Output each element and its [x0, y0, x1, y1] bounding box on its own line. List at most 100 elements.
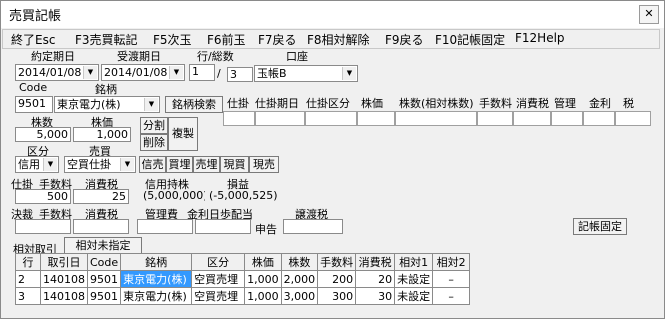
- contract-date-select[interactable]: 2014/01/08 ▼: [15, 64, 99, 81]
- menu-help[interactable]: F12Help: [515, 31, 565, 45]
- trade-button-buy-close[interactable]: 買埋: [166, 156, 193, 173]
- col-code: Code: [86, 253, 122, 271]
- trade-select[interactable]: 空買仕掛 ▼: [64, 156, 136, 173]
- mgmt-fee-field[interactable]: [137, 219, 193, 234]
- grid-cell[interactable]: [357, 111, 395, 126]
- open-tax-field: 25: [73, 189, 129, 204]
- table-header-row: 行 取引日 Code 銘柄 区分 株価 株数 手数料 消費税 相対1 相対2: [15, 253, 471, 271]
- cell-name[interactable]: 東京電力(株): [120, 287, 193, 305]
- delivery-date-select[interactable]: 2014/01/08 ▼: [101, 64, 185, 81]
- chevron-down-icon: ▼: [43, 158, 57, 171]
- cell-shares: 3,000: [280, 287, 319, 305]
- trade-ledger-window: 売買記帳 ✕ 終了Esc F3売買転記 F5次玉 F6前玉 F7戻る F8相対解…: [0, 0, 665, 319]
- search-button[interactable]: 銘柄検索: [165, 96, 223, 113]
- chevron-down-icon: ▼: [342, 67, 356, 80]
- cell-date: 140108: [40, 270, 88, 288]
- row-total-label: 行/総数: [197, 50, 234, 63]
- menu-exit[interactable]: 終了Esc: [11, 31, 55, 48]
- grid-header-interest: 金利: [589, 97, 611, 110]
- grid-cell[interactable]: [477, 111, 513, 126]
- contract-date-label: 約定期日: [31, 50, 75, 63]
- category-select[interactable]: 信用 ▼: [15, 156, 59, 173]
- cell-category: 空買売埋: [191, 287, 246, 305]
- cell-relative2[interactable]: –: [432, 287, 471, 305]
- grid-header-open: 仕掛: [227, 97, 249, 110]
- cell-row: 2: [15, 270, 41, 288]
- name-select[interactable]: 東京電力(株) ▼: [54, 96, 160, 113]
- cell-fee: 200: [317, 270, 357, 288]
- chevron-down-icon: ▼: [144, 98, 158, 111]
- row-total-field[interactable]: 3: [227, 67, 253, 82]
- code-field[interactable]: 9501: [15, 96, 53, 113]
- grid-cell[interactable]: [615, 111, 651, 126]
- grid-cell[interactable]: [395, 111, 477, 126]
- cell-category: 空買売埋: [191, 270, 246, 288]
- cell-relative1[interactable]: 未設定: [394, 270, 434, 288]
- grid-cell[interactable]: [255, 111, 305, 126]
- grid-cell[interactable]: [583, 111, 615, 126]
- table-row[interactable]: 3 140108 9501 東京電力(株) 空買売埋 1,000 3,000 3…: [15, 287, 471, 305]
- relative-table: 行 取引日 Code 銘柄 区分 株価 株数 手数料 消費税 相対1 相対2 2…: [15, 253, 471, 305]
- col-tax: 消費税: [355, 253, 396, 271]
- account-select[interactable]: 玉帳B ▼: [254, 65, 358, 82]
- trade-button-credit-sell[interactable]: 信売: [139, 156, 166, 173]
- menu-release[interactable]: F8相対解除: [307, 31, 370, 48]
- col-relative1: 相対1: [394, 253, 434, 271]
- window-title: 売買記帳: [9, 9, 62, 24]
- tab-relative-unspecified[interactable]: 相対未指定: [64, 237, 142, 254]
- delete-button[interactable]: 削除: [140, 134, 168, 151]
- grid-cell[interactable]: [551, 111, 583, 126]
- transfer-tax-field[interactable]: [283, 219, 343, 234]
- row-number-field[interactable]: 1: [189, 64, 215, 81]
- chevron-down-icon: ▼: [120, 158, 134, 171]
- menu-prev[interactable]: F6前玉: [207, 31, 246, 48]
- cell-tax: 30: [355, 287, 396, 305]
- name-value: 東京電力(株): [57, 98, 121, 111]
- cell-name[interactable]: 東京電力(株): [120, 270, 193, 288]
- menu-fix[interactable]: F10記帳固定: [435, 31, 505, 48]
- table-row[interactable]: 2 140108 9501 東京電力(株) 空買売埋 1,000 2,000 2…: [15, 270, 471, 288]
- delivery-date-value: 2014/01/08: [104, 66, 168, 79]
- trade-button-cash-buy[interactable]: 現買: [220, 156, 249, 173]
- grid-cell[interactable]: [513, 111, 551, 126]
- cell-code: 9501: [86, 287, 122, 305]
- col-date: 取引日: [40, 253, 88, 271]
- col-fee: 手数料: [317, 253, 357, 271]
- interest-field[interactable]: [195, 219, 251, 234]
- trade-value: 空買仕掛: [67, 158, 111, 171]
- col-category: 区分: [191, 253, 246, 271]
- cell-fee: 300: [317, 287, 357, 305]
- cell-code: 9501: [86, 270, 122, 288]
- col-row: 行: [15, 253, 41, 271]
- cell-relative1[interactable]: 未設定: [394, 287, 434, 305]
- contract-date-value: 2014/01/08: [18, 66, 82, 79]
- grid-cell[interactable]: [305, 111, 357, 126]
- record-fix-button[interactable]: 記帳固定: [573, 218, 627, 235]
- split-button[interactable]: 分割: [140, 117, 168, 134]
- grid-cell[interactable]: [223, 111, 255, 126]
- menu-next[interactable]: F5次玉: [153, 31, 192, 48]
- cell-tax: 20: [355, 270, 396, 288]
- name-label: 銘柄: [95, 83, 117, 96]
- pnl-value: (-5,000,525): [209, 189, 277, 202]
- copy-button[interactable]: 複製: [168, 117, 198, 151]
- grid-header-fee: 手数料: [479, 97, 512, 110]
- cell-relative2[interactable]: –: [432, 270, 471, 288]
- settle-fee-field[interactable]: [15, 219, 71, 234]
- menu-bar: 終了Esc F3売買転記 F5次玉 F6前玉 F7戻る F8相対解除 F9戻る …: [2, 29, 660, 49]
- menu-back2[interactable]: F9戻る: [385, 31, 424, 48]
- title-bar: 売買記帳 ✕: [1, 1, 664, 28]
- close-icon[interactable]: ✕: [639, 5, 659, 24]
- delivery-date-label: 受渡期日: [117, 50, 161, 63]
- menu-transfer[interactable]: F3売買転記: [75, 31, 138, 48]
- cell-date: 140108: [40, 287, 88, 305]
- trade-button-sell-close[interactable]: 売埋: [193, 156, 220, 173]
- col-name: 銘柄: [120, 253, 193, 271]
- menu-back[interactable]: F7戻る: [258, 31, 297, 48]
- shares-field[interactable]: 5,000: [15, 127, 71, 142]
- open-fee-field: 500: [15, 189, 71, 204]
- grid-header-shares: 株数(相対株数): [399, 97, 474, 110]
- settle-tax-field[interactable]: [73, 219, 129, 234]
- trade-button-cash-sell[interactable]: 現売: [249, 156, 279, 173]
- price-field[interactable]: 1,000: [73, 127, 131, 142]
